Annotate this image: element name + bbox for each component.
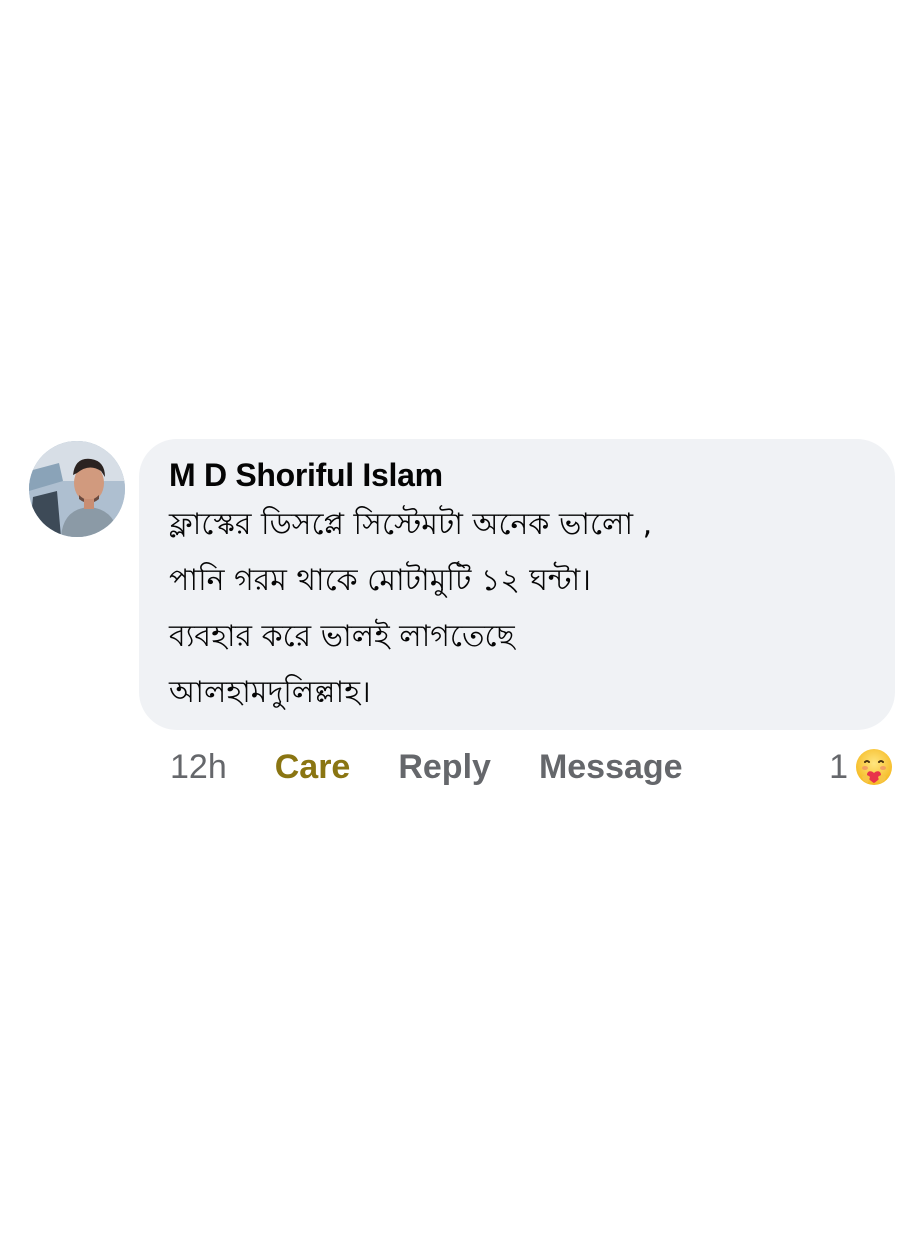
comment-author[interactable]: M D Shoriful Islam <box>169 457 443 493</box>
reaction-count: 1 <box>829 747 848 786</box>
reaction-summary[interactable]: 1 <box>829 744 894 790</box>
reply-button[interactable]: Reply <box>398 748 491 787</box>
comment-text: ফ্লাস্কের ডিসপ্লে সিস্টেমটা অনেক ভালো , … <box>169 497 865 721</box>
comment-timestamp[interactable]: 12h <box>170 748 227 787</box>
comment-line: ফ্লাস্কের ডিসপ্লে সিস্টেমটা অনেক ভালো , <box>169 507 653 542</box>
comment-line: আলহামদুলিল্লাহ। <box>169 675 371 710</box>
comment-actions: 12h Care Reply Message <box>170 745 731 789</box>
avatar[interactable] <box>29 441 125 537</box>
care-reaction-button[interactable]: Care <box>275 748 351 787</box>
avatar-photo <box>29 441 125 537</box>
comment-line: পানি গরম থাকে মোটামুটি ১২ ঘন্টা। <box>169 563 591 598</box>
comment-bubble: M D Shoriful Islam ফ্লাস্কের ডিসপ্লে সিস… <box>139 439 895 730</box>
comment-line: ব্যবহার করে ভালই লাগতেছে <box>169 619 515 654</box>
care-emoji-icon <box>854 747 894 787</box>
message-button[interactable]: Message <box>539 748 683 787</box>
